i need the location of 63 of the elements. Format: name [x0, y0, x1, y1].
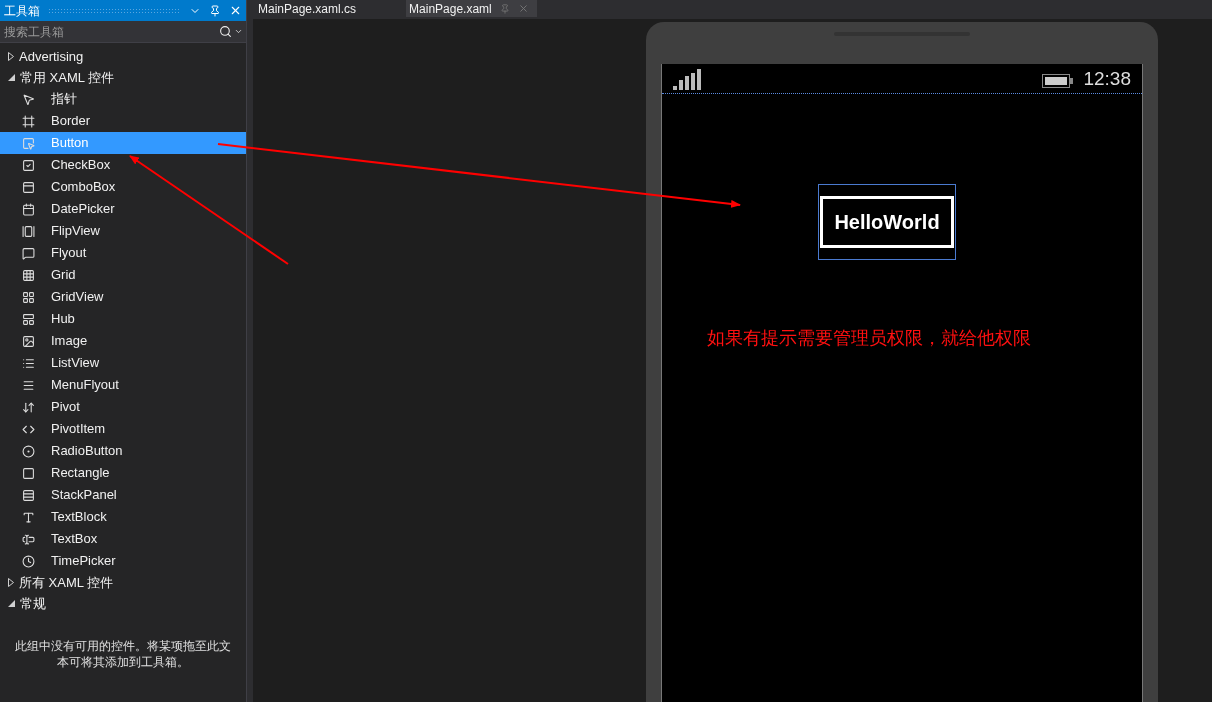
signal-icon [673, 69, 702, 90]
battery-icon [1042, 74, 1074, 88]
toolbox-item[interactable]: RadioButton [0, 440, 246, 462]
calendar-icon [22, 202, 35, 216]
layout-icon [22, 312, 35, 326]
gallery-icon [22, 224, 35, 238]
toolbox-item[interactable]: Flyout [0, 242, 246, 264]
arrows-icon [22, 400, 35, 414]
rows-icon [22, 488, 35, 502]
collapsed-caret-icon[interactable] [8, 52, 14, 61]
toolbox-item[interactable]: PivotItem [0, 418, 246, 440]
text-icon [22, 510, 35, 524]
group-header[interactable]: 常规 [20, 593, 46, 614]
group-header[interactable]: 所有 XAML 控件 [19, 572, 114, 593]
grid-icon [22, 290, 35, 304]
group-header[interactable]: 常用 XAML 控件 [20, 67, 115, 88]
pin-icon[interactable] [209, 4, 221, 17]
toolbox-item[interactable]: FlipView [0, 220, 246, 242]
toolbox-item[interactable]: TimePicker [0, 550, 246, 572]
toolbox-item[interactable]: TextBox [0, 528, 246, 550]
toolbox-item[interactable]: DatePicker [0, 198, 246, 220]
close-icon[interactable] [229, 4, 242, 17]
square-icon [22, 466, 35, 480]
image-icon [22, 334, 35, 348]
toolbox-item[interactable]: ComboBox [0, 176, 246, 198]
empty-group-message: 此组中没有可用的控件。将某项拖至此文本可将其添加到工具箱。 [14, 638, 232, 670]
toolbox-item[interactable]: Border [0, 110, 246, 132]
collapsed-caret-icon[interactable] [8, 578, 14, 587]
toolbox-item[interactable]: MenuFlyout [0, 374, 246, 396]
clock-icon [22, 554, 35, 568]
grid-icon [22, 268, 35, 282]
annotation-text: 如果有提示需要管理员权限，就给他权限 [707, 327, 1031, 350]
toolbox-item[interactable]: TextBlock [0, 506, 246, 528]
toolbox-item[interactable]: ListView [0, 352, 246, 374]
search-box[interactable]: 搜索工具箱 [0, 21, 246, 43]
search-field[interactable]: 搜索工具箱 [0, 22, 219, 41]
toolbox-item[interactable]: 指针 [0, 88, 246, 110]
dropdown-icon[interactable] [234, 27, 243, 36]
toolbox-item[interactable]: Grid [0, 264, 246, 286]
panel-title: 工具箱 [4, 2, 40, 20]
group-header[interactable]: Advertising [19, 46, 84, 67]
toolbox-item[interactable]: Rectangle [0, 462, 246, 484]
pointer-icon [22, 92, 35, 106]
toolbox-item[interactable]: GridView [0, 286, 246, 308]
toolbox-item[interactable]: Image [0, 330, 246, 352]
radio-icon [22, 444, 35, 458]
menu-icon [22, 378, 35, 392]
expanded-caret-icon[interactable] [8, 600, 15, 607]
toolbox-item[interactable]: Hub [0, 308, 246, 330]
frame-icon [22, 114, 35, 128]
search-icon[interactable] [219, 25, 232, 38]
hello-world-button[interactable]: HelloWorld [820, 196, 954, 248]
toolbox-item[interactable]: CheckBox [0, 154, 246, 176]
checkbox-icon [22, 158, 35, 172]
list-icon [22, 356, 35, 370]
expanded-caret-icon[interactable] [8, 74, 15, 81]
clock-time: 12:38 [1083, 68, 1131, 90]
panel-icon [22, 180, 35, 194]
pointer-square-icon [22, 136, 35, 150]
toolbox-item[interactable]: Pivot [0, 396, 246, 418]
speech-bubble-icon [22, 246, 35, 260]
toolbox-item[interactable]: StackPanel [0, 484, 246, 506]
text-field-icon [22, 532, 35, 546]
